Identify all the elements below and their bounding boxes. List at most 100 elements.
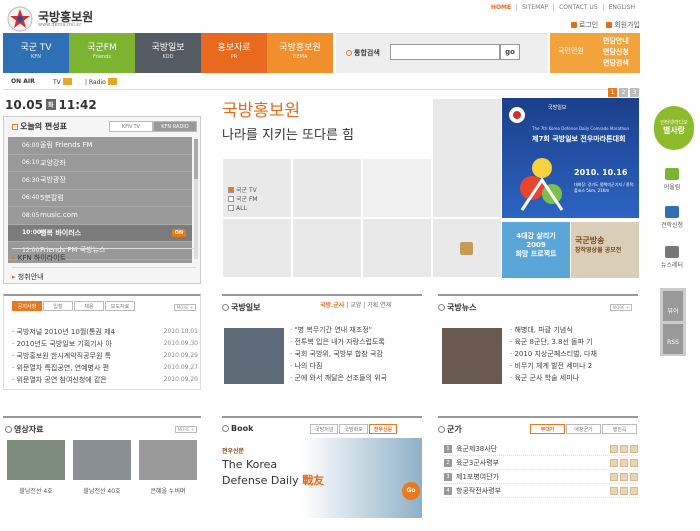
list-item[interactable]: · 비무기 체계 발전 세미나 2 <box>510 360 597 372</box>
filter-all[interactable]: ALL <box>228 204 258 213</box>
river-project-banner[interactable]: 4대강 살리기 2009 희망 프로젝트 <box>502 222 570 278</box>
topnav-sitemap[interactable]: SITEMAP <box>516 4 553 11</box>
filter-tv[interactable]: 국군 TV <box>228 186 258 195</box>
paper-cat-series[interactable]: 기획.연재 <box>367 302 391 309</box>
list-item[interactable]: 2 육군3군사령부 <box>444 456 638 470</box>
civil-search-link[interactable]: 면담검색 <box>603 58 629 69</box>
schedule-row-current[interactable]: 10:00 행복 바이러스 ON <box>8 224 192 242</box>
join-link[interactable]: 회원가입 <box>606 20 640 30</box>
onair-radio-link[interactable]: | Radio <box>85 78 117 86</box>
schedule-row[interactable]: 06:10 교양강좌 <box>8 155 192 172</box>
play-icon[interactable] <box>610 486 618 495</box>
topnav-home[interactable]: HOME <box>486 4 516 11</box>
news-thumbnail[interactable] <box>442 328 502 384</box>
list-item[interactable]: · 육군 8군단, 3.8선 돌파 기 <box>510 336 597 348</box>
tab-defense-journal[interactable]: 국방저널 <box>310 424 339 434</box>
list-item[interactable]: · 2010 지상군페스티벌, 다채 <box>510 348 597 360</box>
list-item[interactable]: · 위문열차 공연 참여신청에 같은 2010.09.20 <box>12 374 198 386</box>
add-icon[interactable] <box>620 458 628 467</box>
video-thumbnail[interactable] <box>139 440 197 480</box>
download-icon[interactable] <box>630 472 638 481</box>
tab-kfn-tv[interactable]: KFN TV <box>109 121 153 132</box>
list-item[interactable]: 3 제1포병여단가 <box>444 470 638 484</box>
menu-kdd[interactable]: 국방일보 KDD <box>135 33 201 73</box>
schedule-row[interactable]: 08:05 music.com <box>8 207 192 225</box>
list-item[interactable]: · 2010년도 국방일보 기획기사 아 2010.09.30 <box>12 338 198 350</box>
onair-tv-link[interactable]: TV <box>53 78 72 86</box>
video-thumbnail[interactable] <box>7 440 65 480</box>
topnav-english[interactable]: ENGLISH <box>602 4 640 11</box>
list-item[interactable]: · 나의 다짐 <box>290 360 387 372</box>
add-icon[interactable] <box>620 486 628 495</box>
list-item[interactable]: 1 육군제38사단 <box>444 442 638 456</box>
book-title[interactable]: Book <box>222 424 253 433</box>
page-1-button[interactable]: 1 <box>608 88 617 97</box>
kfn-highlight-link[interactable]: ▸ KFN 하이라이트 <box>12 248 196 263</box>
tab-notice[interactable]: 공지사항 <box>12 301 42 311</box>
dema-logo-icon[interactable] <box>6 6 34 32</box>
list-item[interactable]: 4 항공작전사령부 <box>444 484 638 498</box>
menu-pr[interactable]: 홍보자료 PR <box>201 33 267 73</box>
video-thumbnail[interactable] <box>73 440 131 480</box>
list-item[interactable]: · 육군 군사 학술 세미나 <box>510 372 597 384</box>
download-icon[interactable] <box>630 458 638 467</box>
search-go-button[interactable]: go <box>500 44 520 60</box>
login-link[interactable]: 로그인 <box>570 20 598 30</box>
schedule-scrollbar[interactable] <box>194 139 198 259</box>
tab-recruit[interactable]: 채용 <box>74 301 104 311</box>
menu-kfn-tv[interactable]: 국군 TV KFN <box>3 33 69 73</box>
tab-defense-pictorial[interactable]: 국방화보 <box>339 424 368 434</box>
marathon-poster[interactable]: 국방일보 The 7th Korea Defense Daily Comrade… <box>502 98 639 218</box>
add-icon[interactable] <box>620 472 628 481</box>
tab-bid[interactable]: 입찰 <box>43 301 73 311</box>
tab-kfn-radio[interactable]: KFN RADIO <box>153 121 197 132</box>
tab-press[interactable]: 보도자료 <box>105 301 135 311</box>
menu-dema[interactable]: 국방홍보원 DEMA <box>267 33 333 73</box>
play-icon[interactable] <box>610 458 618 467</box>
internet-radio-badge[interactable]: 인터넷라디오 별사랑 <box>654 106 694 150</box>
sidebar-item-tour[interactable]: 견학신청 <box>658 206 686 229</box>
avatar[interactable] <box>460 242 473 255</box>
video-more-button[interactable]: MORE + <box>175 426 197 433</box>
civil-guide-link[interactable]: 면담안내 <box>603 36 629 47</box>
civil-apply-link[interactable]: 면담신청 <box>603 47 629 58</box>
video-caption[interactable]: 은혜을 누비며 <box>139 486 197 495</box>
sidebar-item-eoullim[interactable]: 어울림 <box>658 168 686 191</box>
sidebar-item-newsletter[interactable]: 뉴스레터 <box>658 246 686 269</box>
rss-button[interactable]: RSS <box>663 324 683 354</box>
army-title[interactable]: 군가 <box>438 424 462 435</box>
filter-fm[interactable]: 국군 FM <box>228 195 258 204</box>
paper-cat-defense[interactable]: 국방.군사 <box>320 302 344 309</box>
download-icon[interactable] <box>630 486 638 495</box>
search-input[interactable] <box>390 44 500 60</box>
list-item[interactable]: · "병 복무기간 연내 재조정" <box>290 324 387 336</box>
viewer-button[interactable]: 뷰어 <box>663 291 683 321</box>
news-more-button[interactable]: MORE + <box>610 304 632 311</box>
menu-kfn-fm[interactable]: 국군FM Friends <box>69 33 135 73</box>
video-contest-banner[interactable]: 국군방송 창작영상물 공모전 <box>571 222 639 278</box>
paper-thumbnail[interactable] <box>224 328 284 384</box>
page-2-button[interactable]: 2 <box>619 88 628 97</box>
listening-guide-link[interactable]: ▸ 청취안내 <box>12 267 196 282</box>
schedule-row[interactable]: 06:30 국방광장 <box>8 172 192 190</box>
play-icon[interactable] <box>610 444 618 453</box>
list-item[interactable]: · 국방홍보원 한시계약직공무원 특 2010.09.29 <box>12 350 198 362</box>
schedule-row[interactable]: 06:40 5분칼럼 <box>8 190 192 207</box>
tab-comrade-news[interactable]: 전우신문 <box>368 424 398 434</box>
news-title[interactable]: 국방뉴스 <box>438 302 476 313</box>
video-title[interactable]: 영상자료 <box>5 424 43 435</box>
schedule-row[interactable]: 06:00 울림 Friends FM <box>8 137 192 155</box>
download-icon[interactable] <box>630 444 638 453</box>
list-item[interactable]: · 위문열차 특집공연, 연예병사 편 2010.09.27 <box>12 362 198 374</box>
paper-cat-culture[interactable]: 교양 <box>350 302 361 309</box>
video-caption[interactable]: 할남전선 40호 <box>73 486 131 495</box>
add-icon[interactable] <box>620 444 628 453</box>
play-icon[interactable] <box>610 472 618 481</box>
list-item[interactable]: · 전투복 입은 내가 자랑스럽도록 <box>290 336 387 348</box>
list-item[interactable]: · 해병대, 파괄 기념식 <box>510 324 597 336</box>
page-3-button[interactable]: 3 <box>630 88 639 97</box>
tab-marches[interactable]: 행진곡 <box>602 424 637 434</box>
tab-unit-songs[interactable]: 부대가 <box>530 424 565 434</box>
topnav-contact[interactable]: CONTACT US <box>553 4 603 11</box>
paper-title[interactable]: 국방일보 <box>222 302 260 313</box>
